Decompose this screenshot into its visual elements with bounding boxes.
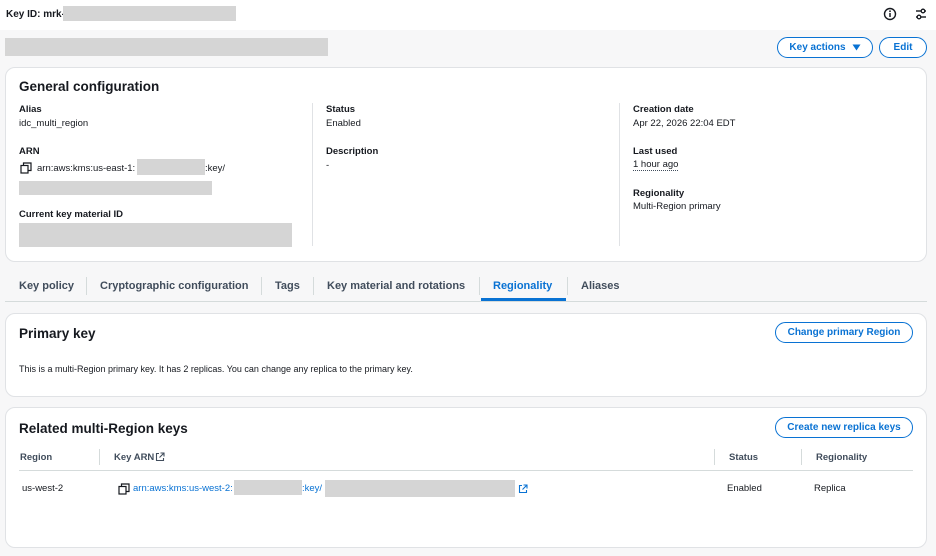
status-value: Enabled — [326, 118, 361, 129]
top-bar: Key ID: mrk- — [0, 0, 936, 30]
caret-down-icon — [852, 44, 861, 51]
redacted-key-id — [63, 6, 236, 21]
description-label: Description — [326, 146, 379, 157]
redacted-account-id — [234, 480, 302, 495]
column-header-status[interactable]: Status — [729, 452, 758, 463]
row-status: Enabled — [727, 483, 762, 494]
redacted-page-title — [5, 38, 328, 56]
column-separator — [801, 449, 802, 465]
key-actions-label: Key actions — [789, 42, 846, 53]
redacted-key-uuid — [325, 480, 515, 497]
settings-icon[interactable] — [914, 7, 928, 21]
tab-separator — [479, 277, 480, 295]
last-used-value[interactable]: 1 hour ago — [633, 159, 679, 171]
copy-icon[interactable] — [20, 162, 32, 174]
column-separator — [99, 449, 100, 465]
row-regionality: Replica — [814, 483, 846, 494]
active-tab-indicator — [481, 298, 566, 301]
tab-aliases[interactable]: Aliases — [581, 280, 620, 292]
redacted-key-uuid — [19, 181, 212, 195]
tab-cryptographic-configuration[interactable]: Cryptographic configuration — [100, 280, 249, 292]
table-header-border — [19, 470, 913, 471]
redacted-key-material-id — [19, 223, 292, 247]
key-id-label: Key ID: mrk- — [6, 9, 65, 20]
tab-separator — [261, 277, 262, 295]
external-link-icon — [155, 452, 165, 462]
redacted-account-id — [137, 159, 205, 175]
alias-value: idc_multi_region — [19, 118, 89, 129]
column-header-regionality[interactable]: Regionality — [816, 452, 867, 463]
tab-tags[interactable]: Tags — [275, 280, 300, 292]
general-configuration-title: General configuration — [19, 79, 160, 94]
description-value: - — [326, 160, 330, 171]
copy-icon[interactable] — [118, 483, 130, 495]
primary-key-description: This is a multi-Region primary key. It h… — [19, 364, 413, 374]
column-header-region[interactable]: Region — [20, 452, 52, 463]
change-primary-region-button[interactable]: Change primary Region — [775, 322, 913, 343]
row-region: us-west-2 — [22, 483, 64, 494]
tab-separator — [86, 277, 87, 295]
column-divider — [312, 103, 313, 246]
arn-prefix: arn:aws:kms:us-east-1: — [37, 163, 136, 174]
edit-button[interactable]: Edit — [879, 37, 927, 58]
arn-mid: :key/ — [205, 163, 226, 174]
primary-key-title: Primary key — [19, 326, 96, 341]
tabs-underline — [5, 301, 927, 302]
column-header-key-arn[interactable]: Key ARN — [114, 452, 154, 463]
last-used-label: Last used — [633, 146, 678, 157]
status-label: Status — [326, 104, 356, 115]
creation-date-value: Apr 22, 2026 22:04 EDT — [633, 118, 736, 129]
row-key-arn-link[interactable]: arn:aws:kms:us-west-2: — [133, 483, 233, 494]
create-replica-keys-button[interactable]: Create new replica keys — [775, 417, 913, 438]
arn-label: ARN — [19, 146, 40, 157]
regionality-value: Multi-Region primary — [633, 201, 721, 212]
row-key-arn-mid[interactable]: :key/ — [302, 483, 322, 494]
regionality-label: Regionality — [633, 188, 685, 199]
column-divider — [619, 103, 620, 246]
external-link-icon[interactable] — [518, 484, 528, 494]
tab-regionality[interactable]: Regionality — [493, 280, 552, 292]
related-keys-title: Related multi-Region keys — [19, 421, 188, 436]
creation-date-label: Creation date — [633, 104, 694, 115]
key-actions-button[interactable]: Key actions — [777, 37, 873, 58]
info-icon[interactable] — [883, 7, 897, 21]
tab-separator — [567, 277, 568, 295]
column-separator — [714, 449, 715, 465]
key-material-label: Current key material ID — [19, 209, 124, 220]
alias-label: Alias — [19, 104, 42, 115]
tab-key-policy[interactable]: Key policy — [19, 280, 74, 292]
tab-key-material-and-rotations[interactable]: Key material and rotations — [327, 280, 465, 292]
tab-separator — [313, 277, 314, 295]
